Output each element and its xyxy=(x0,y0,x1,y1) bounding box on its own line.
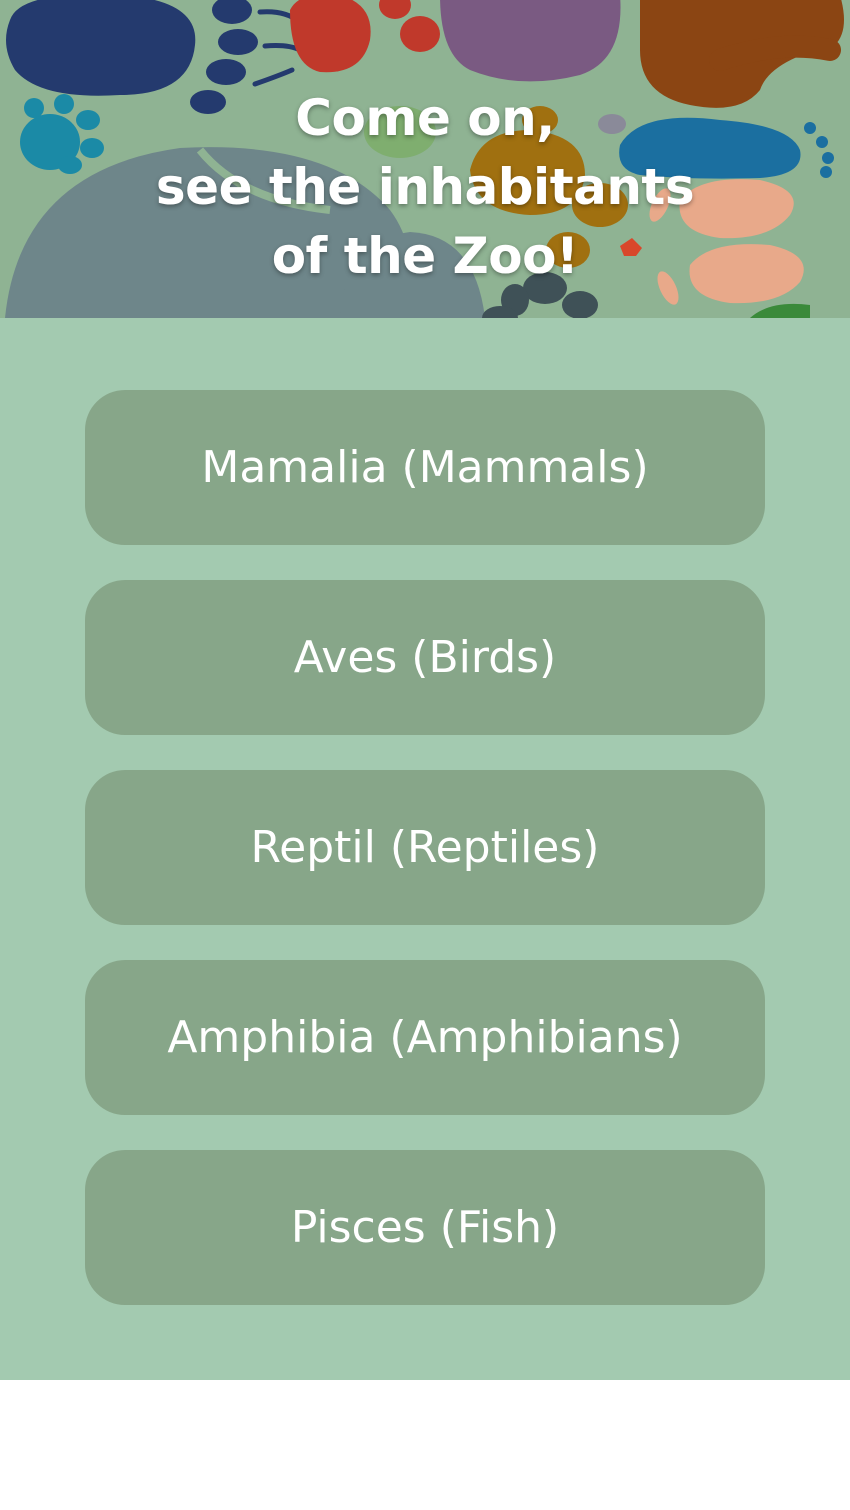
birds-button[interactable]: Aves (Birds) xyxy=(85,580,765,735)
amphibians-button[interactable]: Amphibia (Amphibians) xyxy=(85,960,765,1115)
page-title: Come on, see the inhabitants of the Zoo! xyxy=(0,84,850,291)
title-line-3: of the Zoo! xyxy=(271,226,579,285)
title-line-2: see the inhabitants xyxy=(155,157,695,216)
category-list: Mamalia (Mammals) Aves (Birds) Reptil (R… xyxy=(85,390,765,1340)
reptiles-button[interactable]: Reptil (Reptiles) xyxy=(85,770,765,925)
category-menu: Mamalia (Mammals) Aves (Birds) Reptil (R… xyxy=(0,318,850,1380)
fish-button[interactable]: Pisces (Fish) xyxy=(85,1150,765,1305)
mammals-button[interactable]: Mamalia (Mammals) xyxy=(85,390,765,545)
hero-banner: Come on, see the inhabitants of the Zoo! xyxy=(0,0,850,318)
title-line-1: Come on, xyxy=(295,88,555,147)
